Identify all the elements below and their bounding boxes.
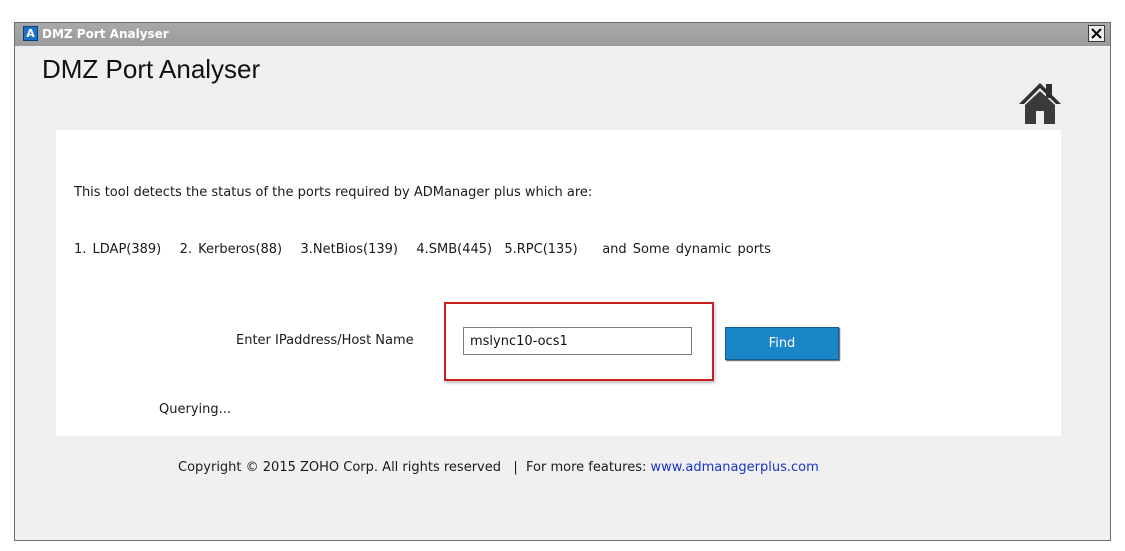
page-title: DMZ Port Analyser: [42, 54, 261, 84]
host-input[interactable]: [463, 327, 692, 355]
dmz-port-analyser-window: A DMZ Port Analyser DMZ Port Analyser Th…: [14, 22, 1111, 541]
title-bar[interactable]: A DMZ Port Analyser: [15, 23, 1110, 46]
home-icon: [1019, 83, 1061, 124]
tool-description: This tool detects the status of the port…: [74, 185, 593, 200]
window-title: DMZ Port Analyser: [42, 27, 169, 41]
ports-list: 1. LDAP(389) 2. Kerberos(88) 3.NetBios(1…: [74, 242, 771, 257]
copyright-text: Copyright © 2015 ZOHO Corp. All rights r…: [178, 460, 651, 475]
content-panel: This tool detects the status of the port…: [56, 130, 1061, 436]
home-button[interactable]: [1016, 80, 1064, 126]
host-label: Enter IPaddress/Host Name: [236, 333, 414, 348]
close-icon: [1091, 28, 1102, 39]
app-icon: A: [23, 26, 38, 41]
find-button[interactable]: Find: [725, 327, 839, 360]
close-button[interactable]: [1088, 25, 1105, 42]
website-link[interactable]: www.admanagerplus.com: [651, 460, 819, 475]
status-text: Querying...: [159, 402, 232, 417]
footer: Copyright © 2015 ZOHO Corp. All rights r…: [178, 460, 819, 475]
